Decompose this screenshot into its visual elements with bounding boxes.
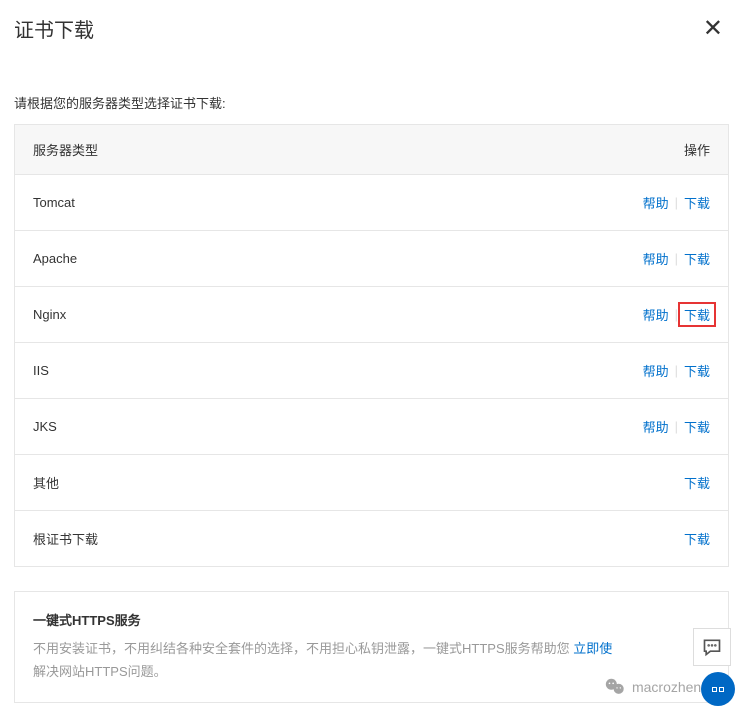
row-label: Apache	[33, 251, 77, 266]
divider: |	[675, 251, 678, 266]
help-link[interactable]: 帮助	[643, 305, 669, 324]
promo-text-after: 解决网站HTTPS问题。	[33, 664, 167, 679]
row-actions: 下载	[684, 473, 710, 492]
promo-text-before: 不用安装证书，不用纠结各种安全套件的选择，不用担心私钥泄露，一键式HTTPS服务…	[33, 641, 573, 656]
divider: |	[675, 363, 678, 378]
wechat-badge: macrozheng	[604, 676, 709, 698]
table-row: 根证书下载 下载	[15, 511, 728, 566]
expand-button[interactable]	[701, 672, 735, 706]
wechat-name: macrozheng	[632, 679, 709, 695]
table-row: 其他 下载	[15, 455, 728, 511]
divider: |	[675, 195, 678, 210]
row-label: Nginx	[33, 307, 66, 322]
server-type-table: 服务器类型 操作 Tomcat帮助|下载Apache帮助|下载Nginx帮助|下…	[14, 124, 729, 567]
close-icon[interactable]: ✕	[699, 17, 727, 41]
help-link[interactable]: 帮助	[643, 193, 669, 212]
promo-link[interactable]: 立即使	[573, 641, 612, 656]
table-row: Nginx 帮助|下载	[15, 287, 728, 343]
table-row: IIS 帮助 | 下载	[15, 343, 728, 399]
expand-icon	[712, 687, 724, 692]
download-link[interactable]: 下载	[684, 417, 710, 436]
table-row: Apache 帮助 | 下载	[15, 231, 728, 287]
instruction-text: 请根据您的服务器类型选择证书下载:	[14, 93, 729, 112]
modal-title: 证书下载	[14, 14, 94, 43]
help-link[interactable]: 帮助	[643, 249, 669, 268]
download-link[interactable]: 下载	[684, 529, 710, 548]
row-actions: 下载	[684, 529, 710, 548]
row-actions: 帮助|下载	[643, 305, 710, 324]
table-header: 服务器类型 操作	[15, 125, 728, 175]
download-link[interactable]: 下载	[684, 361, 710, 380]
download-link[interactable]: 下载	[684, 473, 710, 492]
row-actions: 帮助 | 下载	[643, 361, 710, 380]
row-actions: 帮助 | 下载	[643, 193, 710, 212]
row-label: IIS	[33, 363, 49, 378]
row-label: 其他	[33, 473, 59, 492]
row-label: JKS	[33, 419, 57, 434]
header-action: 操作	[684, 140, 710, 159]
download-link[interactable]: 下载	[684, 249, 710, 268]
download-link[interactable]: 下载	[678, 302, 716, 327]
help-link[interactable]: 帮助	[643, 361, 669, 380]
table-row: JKS 帮助 | 下载	[15, 399, 728, 455]
row-label: 根证书下载	[33, 529, 98, 548]
row-label: Tomcat	[33, 195, 75, 210]
row-actions: 帮助 | 下载	[643, 249, 710, 268]
promo-title: 一键式HTTPS服务	[33, 610, 710, 629]
divider: |	[675, 419, 678, 434]
header-server-type: 服务器类型	[33, 140, 98, 159]
wechat-icon	[604, 676, 626, 698]
row-actions: 帮助 | 下载	[643, 417, 710, 436]
help-link[interactable]: 帮助	[643, 417, 669, 436]
table-row: Tomcat 帮助 | 下载	[15, 175, 728, 231]
download-link[interactable]: 下载	[684, 193, 710, 212]
chat-icon[interactable]	[693, 628, 731, 666]
